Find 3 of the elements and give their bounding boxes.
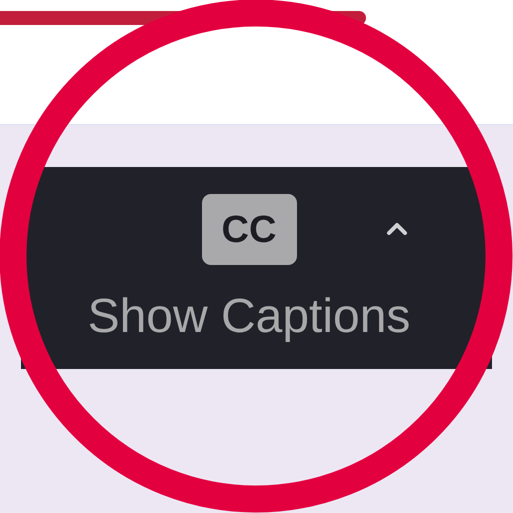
button-label: Show Captions	[88, 293, 410, 341]
cc-badge: CC	[202, 194, 296, 265]
caret-icon[interactable]	[386, 220, 408, 238]
